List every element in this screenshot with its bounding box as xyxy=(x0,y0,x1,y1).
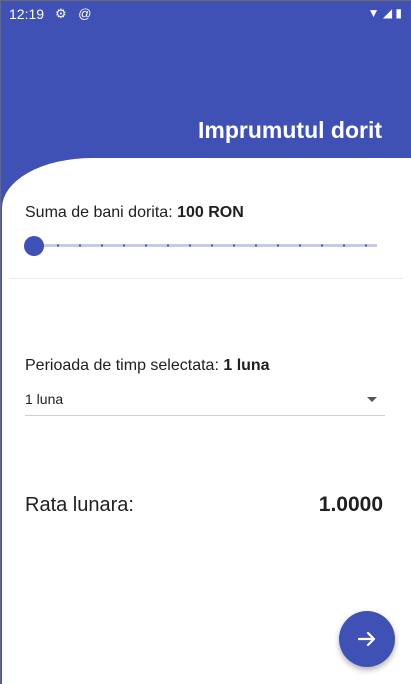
arrow-right-icon xyxy=(357,631,376,647)
amount-slider[interactable] xyxy=(24,235,377,256)
status-right-icons: ▼ ◢ ▮ xyxy=(368,6,402,20)
period-label-row: Perioada de timp selectata: 1 luna xyxy=(25,357,270,375)
wifi-icon: ▼ xyxy=(367,6,380,20)
period-label: Perioada de timp selectata: xyxy=(25,357,224,374)
battery-icon: ▮ xyxy=(395,6,402,20)
rate-value: 1.0000 xyxy=(318,493,383,516)
signal-icon: ◢ xyxy=(382,6,393,20)
amount-label-row: Suma de bani dorita: 100 RON xyxy=(25,204,244,222)
gear-icon: ⚙ xyxy=(55,6,71,21)
slider-ticks xyxy=(25,244,377,247)
amount-label: Suma de bani dorita: xyxy=(25,204,178,221)
status-bar: 12:19 ⚙ @ ▼ ◢ ▮ xyxy=(1,1,411,27)
next-button[interactable] xyxy=(339,611,395,667)
period-dropdown[interactable]: 1 luna xyxy=(25,387,385,416)
status-time: 12:19 xyxy=(9,6,45,22)
rate-label: Rata lunara: xyxy=(25,494,134,516)
page-title: Imprumutul dorit xyxy=(198,117,382,143)
at-icon: @ xyxy=(78,6,96,21)
dropdown-selected-value: 1 luna xyxy=(25,391,64,407)
chevron-down-icon[interactable] xyxy=(367,397,377,402)
amount-value: 100 RON xyxy=(177,204,244,221)
slider-thumb[interactable] xyxy=(24,236,44,256)
divider xyxy=(9,278,403,279)
status-left-icons: ⚙ @ xyxy=(55,6,95,22)
app-header: 12:19 ⚙ @ ▼ ◢ ▮ Imprumutul dorit xyxy=(1,1,411,171)
period-value: 1 luna xyxy=(223,357,270,374)
